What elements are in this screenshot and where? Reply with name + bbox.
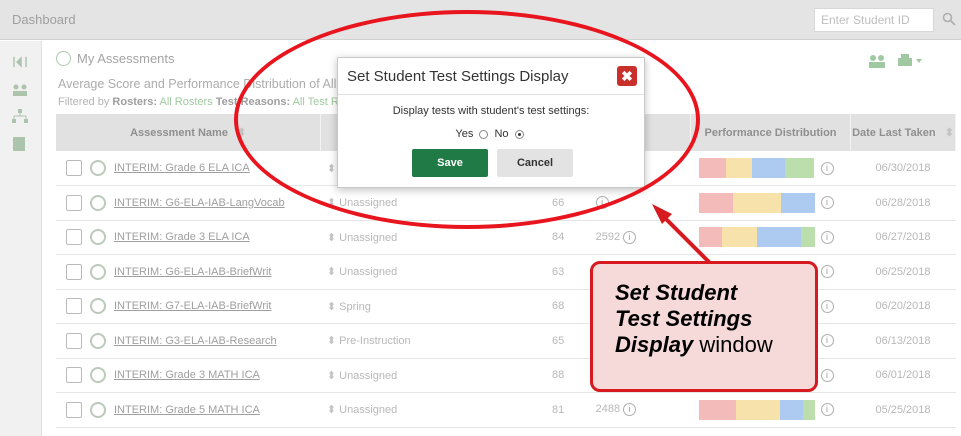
callout-line-3: Display window bbox=[615, 332, 773, 357]
callout-line-2: Test Settings bbox=[615, 306, 753, 331]
callout-line-1: Set Student bbox=[615, 280, 738, 305]
callout-box: Set Student Test Settings Display window bbox=[590, 261, 818, 392]
